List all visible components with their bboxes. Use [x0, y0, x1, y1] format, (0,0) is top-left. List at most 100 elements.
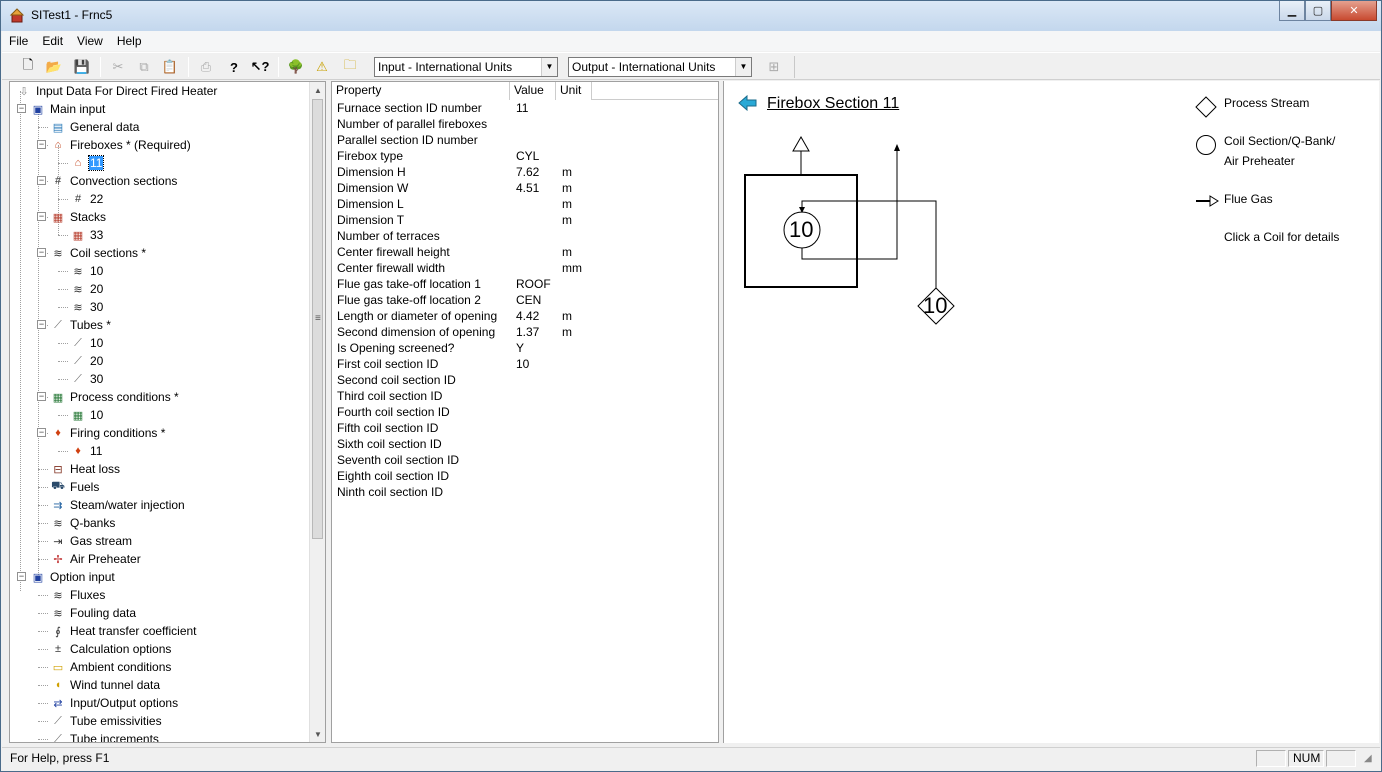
diagram-title[interactable]: Firebox Section 11	[767, 95, 899, 113]
menu-edit[interactable]: Edit	[35, 34, 70, 48]
tree-item[interactable]: # Convection sections	[50, 172, 178, 190]
tree-item[interactable]: ⟋ 20	[70, 352, 104, 370]
scroll-up-icon[interactable]: ▲	[310, 82, 325, 98]
tree-view-icon[interactable]: 🌳	[286, 57, 306, 77]
tree-item[interactable]: ± Calculation options	[50, 640, 172, 658]
grid-cell-value[interactable]: CEN	[516, 292, 541, 308]
scroll-down-icon[interactable]: ▼	[310, 726, 325, 742]
tree-item[interactable]: ⇩ Input Data For Direct Fired Heater	[16, 82, 218, 100]
maximize-button[interactable]: ▢	[1305, 1, 1331, 21]
back-arrow-icon[interactable]	[738, 95, 758, 111]
grid-row[interactable]: Firebox type CYL	[332, 148, 718, 164]
grid-row[interactable]: Length or diameter of opening 4.42 m	[332, 308, 718, 324]
resize-grip-icon[interactable]: ◢	[1364, 753, 1372, 764]
new-file-icon[interactable]: 🗋	[18, 57, 38, 77]
grid-row[interactable]: First coil section ID 10	[332, 356, 718, 372]
grid-row[interactable]: Third coil section ID	[332, 388, 718, 404]
grid-cell-unit[interactable]: m	[562, 308, 572, 324]
grid-row[interactable]: Fourth coil section ID	[332, 404, 718, 420]
grid-cell-unit[interactable]: m	[562, 196, 572, 212]
tree-item[interactable]: ⛟ Fuels	[50, 478, 100, 496]
tree-item[interactable]: ≋ 10	[70, 262, 104, 280]
tree-item[interactable]: ≋ Fouling data	[50, 604, 137, 622]
tree-item[interactable]: ≋ 20	[70, 280, 104, 298]
open-folder-icon[interactable]: 📂	[44, 57, 64, 77]
cut-icon[interactable]: ✂	[108, 57, 128, 77]
tree-item[interactable]: ▤ General data	[50, 118, 140, 136]
grid-row[interactable]: Is Opening screened? Y	[332, 340, 718, 356]
grid-row[interactable]: Eighth coil section ID	[332, 468, 718, 484]
save-icon[interactable]: 💾	[72, 57, 92, 77]
print-icon[interactable]: ⎙	[196, 57, 216, 77]
menu-help[interactable]: Help	[110, 34, 149, 48]
input-units-select[interactable]: Input - International Units ▼	[374, 57, 558, 77]
tree-item[interactable]: ▣ Main input	[30, 100, 106, 118]
tree-item[interactable]: ⟋ 30	[70, 370, 104, 388]
tree-item[interactable]: ▦ 10	[70, 406, 104, 424]
grid-row[interactable]: Sixth coil section ID	[332, 436, 718, 452]
output-units-select[interactable]: Output - International Units ▼	[568, 57, 752, 77]
grid-row[interactable]: Center firewall height m	[332, 244, 718, 260]
tree-item[interactable]: ≋ Fluxes	[50, 586, 106, 604]
flame-warning-icon[interactable]: ⚠	[312, 57, 332, 77]
grid-row[interactable]: Parallel section ID number	[332, 132, 718, 148]
menu-view[interactable]: View	[70, 34, 110, 48]
grid-cell-unit[interactable]: m	[562, 244, 572, 260]
grid-row[interactable]: Furnace section ID number 11	[332, 100, 718, 116]
collapse-toggle-icon[interactable]: −	[37, 176, 46, 185]
collapse-toggle-icon[interactable]: −	[37, 212, 46, 221]
grid-row[interactable]: Center firewall width mm	[332, 260, 718, 276]
coil-node-label[interactable]: 10	[789, 217, 813, 243]
grid-row[interactable]: Number of terraces	[332, 228, 718, 244]
tree-item[interactable]: ⊟ Heat loss	[50, 460, 121, 478]
tree-item[interactable]: ≋ 30	[70, 298, 104, 316]
process-stream-label[interactable]: 10	[923, 293, 947, 319]
grid-row[interactable]: Flue gas take-off location 1 ROOF	[332, 276, 718, 292]
splitter-grip-icon[interactable]: ≡	[315, 313, 321, 324]
chevron-down-icon[interactable]: ▼	[735, 58, 751, 76]
column-unit[interactable]: Unit	[556, 82, 592, 100]
collapse-toggle-icon[interactable]: −	[37, 248, 46, 257]
grid-cell-value[interactable]: 11	[516, 100, 528, 116]
collapse-toggle-icon[interactable]: −	[17, 572, 26, 581]
tree-item[interactable]: ⌂ Fireboxes * (Required)	[50, 136, 192, 154]
grid-row[interactable]: Second dimension of opening 1.37 m	[332, 324, 718, 340]
tree-item[interactable]: ⟋ 10	[70, 334, 104, 352]
tree-item[interactable]: ◖ Wind tunnel data	[50, 676, 161, 694]
collapse-toggle-icon[interactable]: −	[37, 392, 46, 401]
grid-cell-unit[interactable]: m	[562, 212, 572, 228]
collapse-toggle-icon[interactable]: −	[37, 320, 46, 329]
tree-item[interactable]: ⇉ Steam/water injection	[50, 496, 186, 514]
grid-cell-unit[interactable]: m	[562, 180, 572, 196]
tree-item[interactable]: ✢ Air Preheater	[50, 550, 142, 568]
grid-cell-value[interactable]: 10	[516, 356, 529, 372]
tree-item[interactable]: ⟋ Tube emissivities	[50, 712, 163, 730]
menu-file[interactable]: File	[2, 34, 35, 48]
context-help-icon[interactable]: ↖?	[250, 57, 270, 77]
chevron-down-icon[interactable]: ▼	[541, 58, 557, 76]
copy-icon[interactable]: ⧉	[134, 57, 154, 77]
tree-item[interactable]: ♦ 11	[70, 442, 103, 460]
tree-item[interactable]: ⇥ Gas stream	[50, 532, 133, 550]
collapse-toggle-icon[interactable]: −	[17, 104, 26, 113]
grid-row[interactable]: Dimension W 4.51 m	[332, 180, 718, 196]
tree-scrollbar[interactable]: ▲ ▼	[309, 82, 325, 742]
about-icon[interactable]: ?	[224, 57, 244, 77]
paste-icon[interactable]: 📋	[160, 57, 180, 77]
app-icon[interactable]	[9, 7, 25, 23]
tree-item[interactable]: ⌂ 11	[70, 154, 105, 172]
tree-item[interactable]: ⟋ Tube increments	[50, 730, 160, 742]
tree-item[interactable]: ≋ Q-banks	[50, 514, 116, 532]
minimize-button[interactable]: ▁	[1279, 1, 1305, 21]
grid-cell-value[interactable]: ROOF	[516, 276, 551, 292]
folder-icon[interactable]: 🗀	[340, 57, 360, 77]
grid-row[interactable]: Dimension H 7.62 m	[332, 164, 718, 180]
grid-cell-value[interactable]: 4.42	[516, 308, 539, 324]
grid-cell-unit[interactable]: m	[562, 164, 572, 180]
tree-item[interactable]: ▭ Ambient conditions	[50, 658, 172, 676]
grid-row[interactable]: Flue gas take-off location 2 CEN	[332, 292, 718, 308]
grid-cell-value[interactable]: 4.51	[516, 180, 539, 196]
collapse-toggle-icon[interactable]: −	[37, 428, 46, 437]
close-button[interactable]: ✕	[1331, 1, 1377, 21]
tree-item[interactable]: ⟋ Tubes *	[50, 316, 112, 334]
